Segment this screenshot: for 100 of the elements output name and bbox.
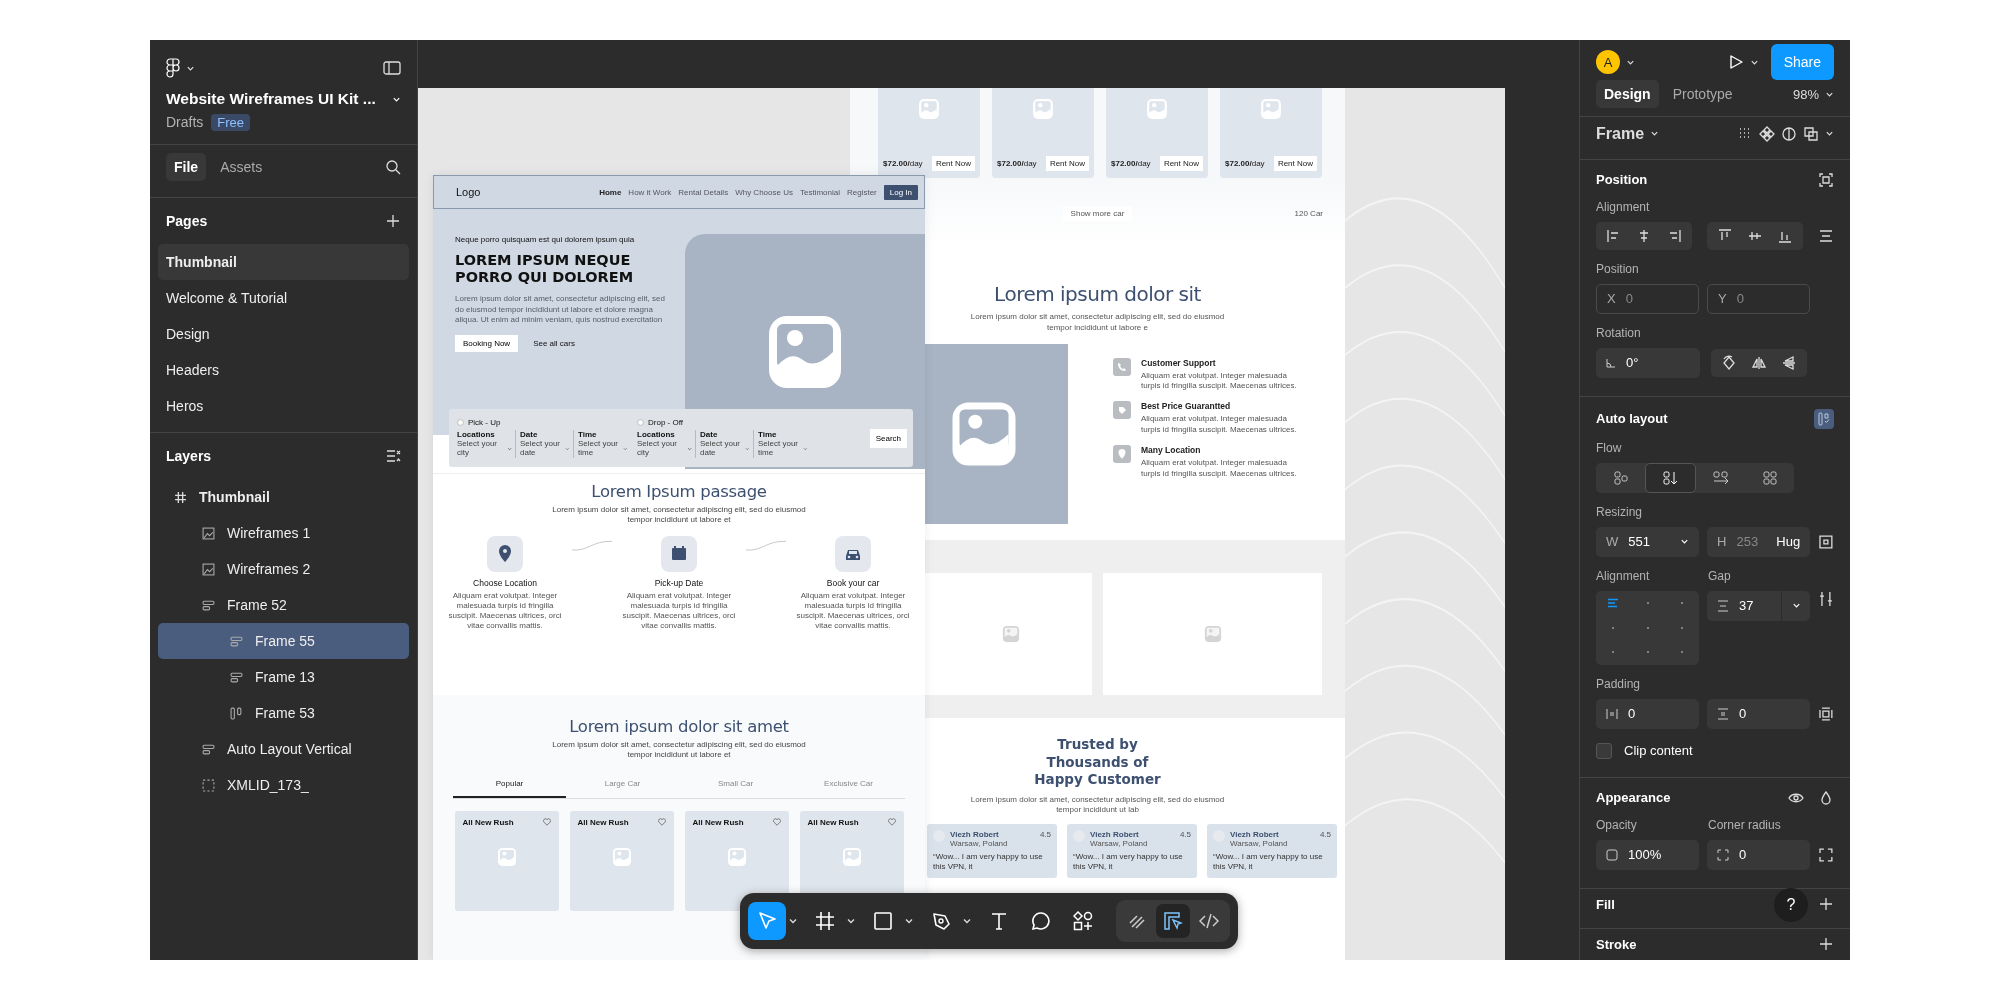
x-field[interactable]: X 0 <box>1596 283 1700 314</box>
mode-button[interactable] <box>1156 904 1190 938</box>
layer-item[interactable]: Frame 53 <box>158 695 409 731</box>
flip-horizontal-icon[interactable] <box>1751 354 1767 371</box>
select-field[interactable]: Date Select your date <box>515 430 573 458</box>
heart-icon[interactable] <box>657 817 666 826</box>
width-field[interactable]: W 551 <box>1596 526 1700 557</box>
category-tab[interactable]: Small Car <box>679 772 792 798</box>
add-icon[interactable] <box>385 213 401 229</box>
copy-icon[interactable] <box>1803 125 1819 142</box>
page-item[interactable]: Headers <box>158 352 409 388</box>
drop-icon[interactable] <box>1818 789 1834 806</box>
see-all-link[interactable]: See all cars <box>533 339 575 349</box>
zoom-level[interactable]: 98% <box>1792 86 1819 102</box>
select-field[interactable]: Time Select your time <box>573 430 631 458</box>
select-field[interactable]: Date Select your date <box>695 430 753 458</box>
select-field[interactable]: Time Select your time <box>753 430 811 458</box>
layer-item[interactable]: Frame 13 <box>158 659 409 695</box>
opacity-field[interactable]: 100% <box>1596 839 1700 870</box>
contrast-icon[interactable] <box>1781 125 1797 142</box>
nav-link[interactable]: Home <box>599 187 622 197</box>
gap-field[interactable]: 37 <box>1707 590 1811 621</box>
rotation-field[interactable]: 0° <box>1596 347 1700 378</box>
checkbox-label[interactable]: Clip content <box>1624 743 1693 759</box>
auto-layout-icon[interactable] <box>1814 408 1834 429</box>
rotate-icon[interactable] <box>1721 354 1737 371</box>
flow-option[interactable] <box>1645 462 1696 493</box>
heart-icon[interactable] <box>772 817 781 826</box>
vertical-padding-field[interactable]: 0 <box>1707 698 1811 729</box>
step-text: Aliquam erat volutpat. Integer malesuada turpis id fringilla suscipit. Maecenas ultrices, orci vitae convallis mattis. <box>447 590 563 631</box>
collapse-list-icon[interactable] <box>385 448 401 464</box>
panel-tab[interactable]: File <box>166 153 207 181</box>
page-item[interactable]: Welcome & Tutorial <box>158 280 409 316</box>
page-item[interactable]: Design <box>158 316 409 352</box>
resize-icon[interactable] <box>1818 533 1834 550</box>
category-tab[interactable]: Exclusive Car <box>792 772 905 798</box>
checkbox[interactable] <box>1596 742 1612 759</box>
height-field[interactable]: H 253 Hug <box>1707 526 1811 557</box>
add-icon[interactable] <box>1818 896 1834 913</box>
show-more-link[interactable]: Show more car <box>1062 205 1133 221</box>
nav-link[interactable]: Testimonial <box>799 187 840 197</box>
file-title[interactable]: Website Wireframes UI Kit ... <box>166 90 376 108</box>
car-icon <box>835 535 871 572</box>
layer-item[interactable]: XMLID_173_ <box>158 767 409 803</box>
horizontal-padding-field[interactable]: 0 <box>1596 698 1700 729</box>
heart-icon[interactable] <box>887 817 896 826</box>
radio-button[interactable] <box>637 419 644 427</box>
nav-link[interactable]: Why Choose Us <box>735 187 793 197</box>
panel-tab[interactable]: Design <box>1596 80 1659 108</box>
location-pin-icon <box>1113 445 1131 464</box>
layer-item[interactable]: Frame 52 <box>158 587 409 623</box>
caret-icon <box>1650 129 1660 139</box>
nav-link[interactable]: How it Work <box>628 187 672 197</box>
flip-vertical-icon[interactable] <box>1781 354 1797 371</box>
category-tab[interactable]: Popular <box>453 772 566 798</box>
category-tab[interactable]: Large Car <box>566 772 679 798</box>
sliders-icon[interactable] <box>1818 590 1834 607</box>
nav-link[interactable]: Rental Details <box>678 187 729 197</box>
layer-item[interactable]: Frame 55 <box>158 623 409 659</box>
search-icon[interactable] <box>385 159 401 175</box>
select-field[interactable]: Locations Select your city <box>457 430 515 458</box>
component-icon[interactable] <box>1759 125 1775 142</box>
play-icon[interactable] <box>1727 54 1744 70</box>
layer-item[interactable]: Wireframes 2 <box>158 551 409 587</box>
tool-button[interactable] <box>748 902 786 940</box>
padding-sides-icon[interactable] <box>1818 705 1834 722</box>
rectangle-icon <box>873 911 893 931</box>
avatar[interactable]: A <box>1596 50 1620 74</box>
layer-item[interactable]: Wireframes 1 <box>158 515 409 551</box>
panel-tab[interactable]: Prototype <box>1664 80 1741 108</box>
rent-now-button[interactable]: Rent Now <box>1273 156 1317 171</box>
distribute-icon[interactable] <box>1818 227 1834 244</box>
nav-link[interactable]: Register <box>846 187 877 197</box>
step-text: Aliquam erat volutpat. Integer malesuada turpis id fringilla suscipit. Maecenas ultrices, orci vitae convallis mattis. <box>795 590 911 631</box>
page-item[interactable]: Thumbnail <box>158 244 409 280</box>
scatter-icon <box>1613 470 1628 485</box>
heart-icon[interactable] <box>542 817 551 826</box>
panel-tab[interactable]: Assets <box>212 153 271 181</box>
corner-radius-field[interactable]: 0 <box>1707 839 1811 870</box>
focus-icon[interactable] <box>1818 171 1834 188</box>
rent-now-button[interactable]: Rent Now <box>1159 156 1203 171</box>
add-icon[interactable] <box>1818 936 1834 953</box>
login-button[interactable]: Log In <box>883 184 918 200</box>
logo-icon[interactable] <box>166 58 180 78</box>
section-subtitle: Lorem ipsum dolor sit amet, consectetur adipiscing elit, sed do eiusmod tempor incididunt ut lab <box>969 794 1226 817</box>
layer-item[interactable]: Thumbnail <box>158 479 409 515</box>
corners-icon[interactable] <box>1818 846 1834 863</box>
select-field[interactable]: Locations Select your city <box>637 430 695 458</box>
selection-type[interactable]: Frame <box>1596 124 1645 143</box>
shapes-plus-icon <box>1073 911 1093 931</box>
rent-now-button[interactable]: Rent Now <box>1045 156 1089 171</box>
sidebar-toggle-icon[interactable] <box>383 61 401 75</box>
help-button[interactable]: ? <box>1774 888 1808 922</box>
search-button[interactable]: Search <box>869 428 907 448</box>
radio-button[interactable] <box>457 419 464 427</box>
layer-item[interactable]: Auto Layout Vertical <box>158 731 409 767</box>
rent-now-button[interactable]: Rent Now <box>931 156 975 171</box>
booking-button[interactable]: Booking Now <box>455 335 519 353</box>
y-field[interactable]: Y 0 <box>1707 283 1811 314</box>
page-item[interactable]: Heros <box>158 388 409 424</box>
